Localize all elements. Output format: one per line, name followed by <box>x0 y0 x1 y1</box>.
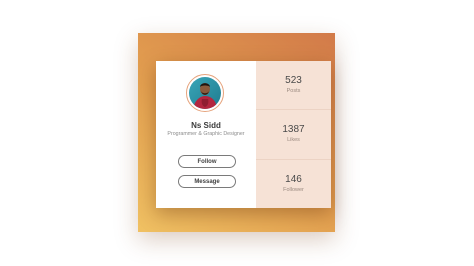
avatar-photo-icon <box>189 77 221 109</box>
stat-label: Posts <box>286 88 301 95</box>
message-button[interactable]: Message <box>178 175 236 188</box>
stat-posts: 523 Posts <box>256 61 331 111</box>
profile-section: Ns Sidd Programmer & Graphic Designer Fo… <box>156 61 256 208</box>
stage: Ns Sidd Programmer & Graphic Designer Fo… <box>0 0 474 266</box>
profile-name: Ns Sidd <box>191 121 221 130</box>
stat-label: Likes <box>287 137 300 144</box>
avatar-ring <box>186 74 224 112</box>
stat-likes: 1387 Likes <box>256 110 331 160</box>
profile-role: Programmer & Graphic Designer <box>167 131 245 137</box>
stat-followers: 146 Follower <box>256 160 331 208</box>
follow-button[interactable]: Follow <box>178 155 236 168</box>
stat-value: 523 <box>285 75 302 87</box>
stats-panel: 523 Posts 1387 Likes 146 Follower <box>256 61 331 208</box>
profile-card: Ns Sidd Programmer & Graphic Designer Fo… <box>156 61 331 208</box>
avatar[interactable] <box>189 77 221 109</box>
stat-value: 1387 <box>282 124 305 136</box>
stat-label: Follower <box>283 186 304 193</box>
stat-value: 146 <box>285 173 302 185</box>
